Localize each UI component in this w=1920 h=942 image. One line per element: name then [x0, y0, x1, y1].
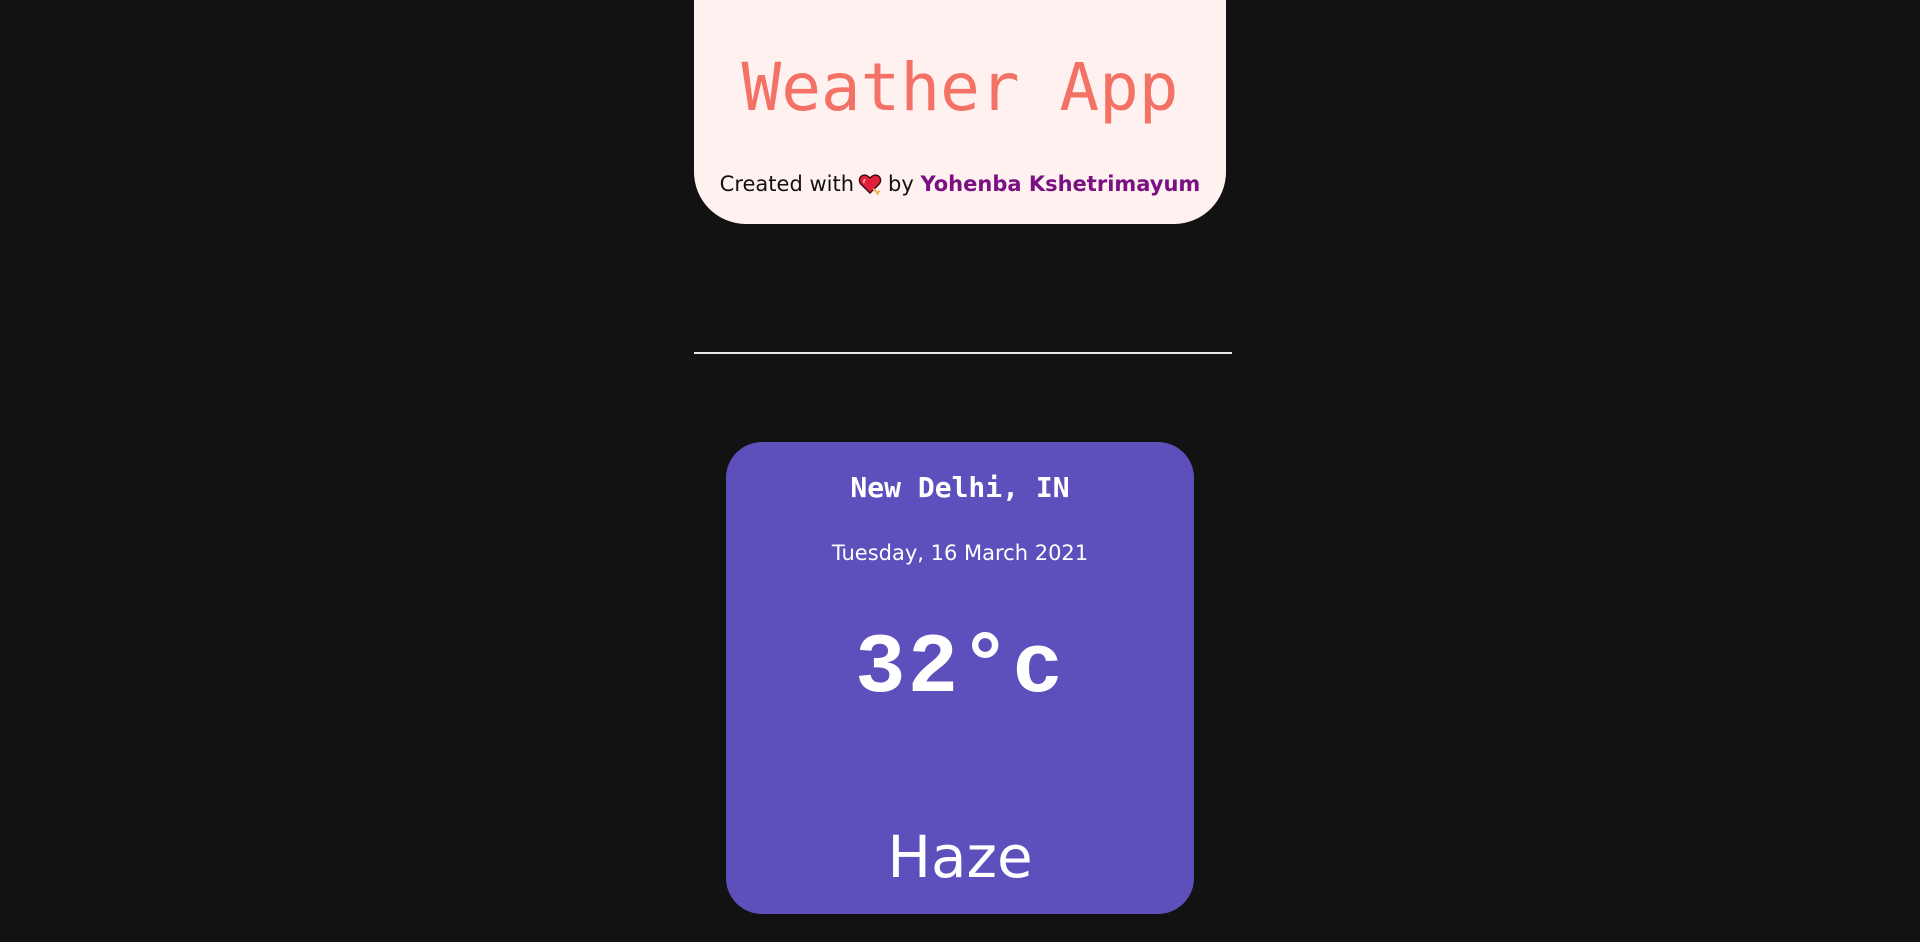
credit-line: Created with by Yohenba Kshetrimayum	[694, 169, 1226, 199]
date-label: Tuesday, 16 March 2021	[831, 541, 1089, 565]
weather-card: New Delhi, IN Tuesday, 16 March 2021 32°…	[726, 442, 1194, 914]
divider	[694, 352, 1232, 354]
location-label: New Delhi, IN	[850, 471, 1070, 504]
credit-by: by	[888, 172, 914, 196]
app-title: Weather App	[741, 49, 1179, 126]
credit-prefix: Created with	[719, 172, 855, 196]
weather-condition: Haze	[887, 823, 1033, 891]
heart-icon	[858, 173, 882, 196]
temperature-value: 32°c	[855, 622, 1065, 717]
header-card: Weather App Created with by Yohenba Kshet…	[694, 0, 1226, 224]
page: Weather App Created with by Yohenba Kshet…	[0, 0, 1920, 942]
author-link[interactable]: Yohenba Kshetrimayum	[920, 172, 1200, 196]
